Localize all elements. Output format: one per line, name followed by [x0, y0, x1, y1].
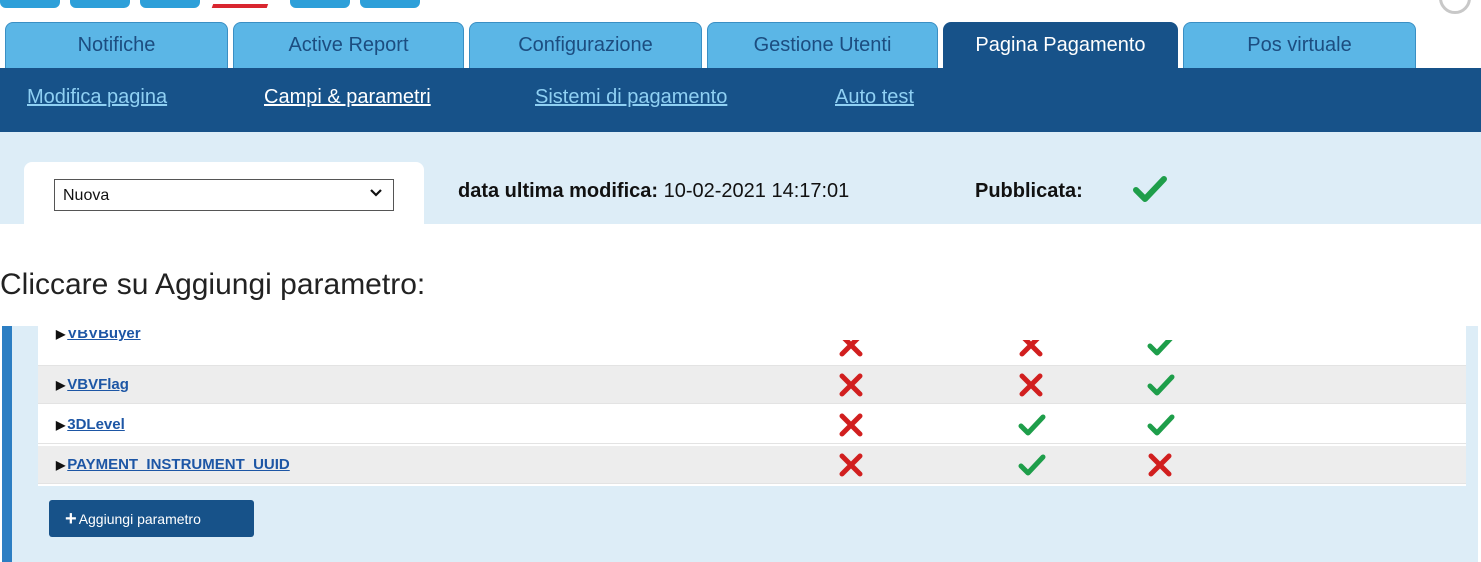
- last-modified-label: data ultima modifica:: [458, 180, 659, 202]
- subnav-modifica-pagina[interactable]: Modifica pagina: [27, 86, 167, 109]
- tab-pagina-pagamento[interactable]: Pagina Pagamento: [943, 22, 1178, 68]
- published-label: Pubblicata:: [975, 180, 1083, 202]
- parameter-link[interactable]: ▶ VBVBuyer: [56, 330, 141, 342]
- table-row: ▶ VBVFlag: [38, 366, 1466, 404]
- plus-icon: +: [65, 507, 77, 530]
- select-value: Nuova: [63, 187, 110, 204]
- cross-icon: [838, 340, 864, 362]
- cross-icon: [838, 372, 864, 403]
- tab-gestione-utenti[interactable]: Gestione Utenti: [707, 22, 938, 68]
- tab-notifiche[interactable]: Notifiche: [5, 22, 228, 68]
- user-icon: [1439, 0, 1471, 14]
- instruction-text: Cliccare su Aggiungi parametro:: [0, 268, 426, 301]
- cross-icon: [1018, 340, 1044, 362]
- parameter-link[interactable]: ▶ 3DLevel: [56, 416, 125, 433]
- cross-icon: [1147, 452, 1173, 483]
- parameter-link[interactable]: ▶ VBVFlag: [56, 376, 129, 393]
- parameter-link[interactable]: ▶ PAYMENT_INSTRUMENT_UUID: [56, 456, 290, 473]
- tab-pos-virtuale[interactable]: Pos virtuale: [1183, 22, 1416, 68]
- check-icon: [1018, 452, 1046, 483]
- cross-icon: [838, 412, 864, 443]
- cross-icon: [838, 452, 864, 483]
- logo-strip: [0, 0, 1481, 16]
- last-modified: data ultima modifica: 10-02-2021 14:17:0…: [458, 180, 849, 203]
- published-status: Pubblicata:: [975, 180, 1083, 203]
- last-modified-value: 10-02-2021 14:17:01: [663, 180, 850, 202]
- table-row: ▶ VBVBuyer: [38, 330, 1466, 366]
- tab-active-report[interactable]: Active Report: [233, 22, 464, 68]
- add-parameter-button[interactable]: + Aggiungi parametro: [49, 500, 254, 537]
- cross-icon: [1018, 372, 1044, 403]
- main-tabs: Notifiche Active Report Configurazione G…: [0, 22, 1481, 68]
- check-icon: [1147, 412, 1175, 443]
- subnav-sistemi-pagamento[interactable]: Sistemi di pagamento: [535, 86, 727, 109]
- table-row: ▶ 3DLevel: [38, 406, 1466, 444]
- add-parameter-label: Aggiungi parametro: [78, 510, 201, 527]
- check-icon: [1147, 372, 1175, 403]
- version-select[interactable]: Nuova: [54, 179, 394, 211]
- chevron-down-icon: [369, 185, 383, 202]
- tab-configurazione[interactable]: Configurazione: [469, 22, 702, 68]
- subnav-campi-parametri[interactable]: Campi & parametri: [264, 86, 431, 109]
- sub-navigation: Modifica pagina Campi & parametri Sistem…: [0, 68, 1481, 132]
- check-icon: [1147, 340, 1175, 362]
- published-check-icon: [1132, 172, 1168, 211]
- table-row: ▶ PAYMENT_INSTRUMENT_UUID: [38, 446, 1466, 484]
- check-icon: [1018, 412, 1046, 443]
- subnav-auto-test[interactable]: Auto test: [835, 86, 914, 109]
